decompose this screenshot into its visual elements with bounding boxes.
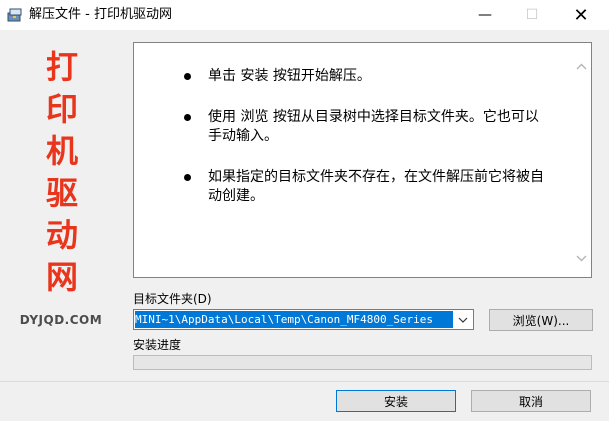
close-button[interactable]: ✕: [558, 0, 604, 30]
minimize-button[interactable]: —: [462, 0, 508, 30]
chevron-down-icon[interactable]: [456, 312, 470, 327]
brand-url: DYJQD.COM: [19, 313, 103, 327]
info-item: 如果指定的目标文件夹不存在，在文件解压前它将被自动创建。: [180, 168, 550, 206]
maximize-button: ☐: [509, 0, 555, 30]
bullet-icon: [184, 73, 191, 80]
info-item-text: 单击 安装 按钮开始解压。: [208, 68, 371, 84]
brand-char: 驱: [45, 174, 78, 212]
scroll-down-icon[interactable]: [573, 250, 590, 267]
bullet-icon: [184, 114, 191, 121]
info-item-text: 如果指定的目标文件夹不存在，在文件解压前它将被自动创建。: [208, 169, 544, 204]
scroll-up-icon[interactable]: [573, 58, 590, 75]
progress-label: 安装进度: [133, 338, 182, 352]
minimize-icon: —: [478, 7, 492, 23]
archive-icon: [7, 8, 22, 22]
progress-bar: [133, 355, 592, 370]
cancel-button[interactable]: 取消: [471, 390, 591, 412]
browse-button[interactable]: 浏览(W)...: [489, 309, 593, 331]
target-folder-input[interactable]: MINI~1\AppData\Local\Temp\Canon_MF4800_S…: [135, 311, 453, 328]
brand-char: 印: [45, 90, 78, 128]
info-item: 单击 安装 按钮开始解压。: [180, 67, 550, 86]
brand-char: 机: [45, 132, 78, 170]
info-item: 使用 浏览 按钮从目录树中选择目标文件夹。它也可以手动输入。: [180, 108, 550, 146]
bullet-icon: [184, 174, 191, 181]
title-bar[interactable]: 解压文件 - 打印机驱动网 — ☐ ✕: [0, 0, 609, 30]
brand-char: 动: [45, 216, 78, 254]
install-button[interactable]: 安装: [336, 390, 456, 412]
footer-divider: [0, 381, 609, 382]
brand-char: 网: [45, 258, 78, 296]
info-list: 单击 安装 按钮开始解压。使用 浏览 按钮从目录树中选择目标文件夹。它也可以手动…: [180, 67, 550, 228]
window-title: 解压文件 - 打印机驱动网: [29, 7, 172, 22]
target-folder-combobox[interactable]: MINI~1\AppData\Local\Temp\Canon_MF4800_S…: [133, 309, 474, 330]
brand-char: 打: [45, 48, 78, 86]
maximize-icon: ☐: [525, 7, 539, 23]
info-scrollbar[interactable]: [573, 44, 590, 276]
brand-logo: 打印机驱动网: [18, 46, 106, 298]
close-icon: ✕: [573, 4, 589, 26]
info-panel[interactable]: 单击 安装 按钮开始解压。使用 浏览 按钮从目录树中选择目标文件夹。它也可以手动…: [133, 42, 592, 278]
info-item-text: 使用 浏览 按钮从目录树中选择目标文件夹。它也可以手动输入。: [208, 109, 539, 144]
target-folder-label: 目标文件夹(D): [133, 292, 212, 306]
